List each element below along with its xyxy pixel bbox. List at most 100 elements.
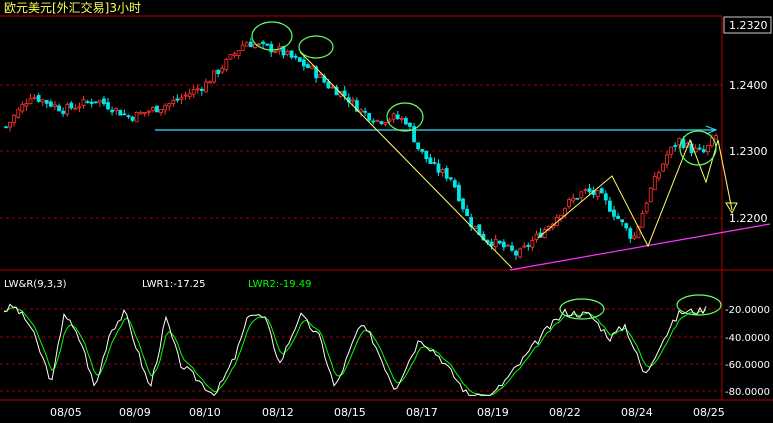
candle-body <box>208 81 212 84</box>
candle-body <box>44 100 49 104</box>
candle-body <box>155 105 159 113</box>
candle-body <box>408 122 412 127</box>
candle-body <box>705 144 710 153</box>
candle-body <box>85 101 90 103</box>
candle-body <box>603 193 608 201</box>
candle-body <box>195 88 200 91</box>
candle-body <box>36 95 41 102</box>
candle-body <box>640 213 645 228</box>
candle-body <box>595 190 600 197</box>
candle-body <box>32 96 37 99</box>
candle-body <box>522 245 527 248</box>
date-tick-label: 08/24 <box>621 406 653 419</box>
candle-body <box>61 110 66 114</box>
candle-body <box>644 202 649 213</box>
candle-body <box>628 228 633 239</box>
lwr1-label: LWR1:-17.25 <box>142 279 205 290</box>
indicator-name: LW&R(9,3,3) <box>4 279 67 290</box>
candle-body <box>608 200 612 212</box>
candle-body <box>583 189 588 191</box>
candle-body <box>301 59 306 67</box>
candle-body <box>652 176 657 191</box>
indicator-tick-label: -60.0000 <box>725 360 770 371</box>
candle-body <box>261 41 265 44</box>
candle-body <box>146 110 151 113</box>
candle-body <box>81 99 86 106</box>
candle-body <box>587 188 592 193</box>
candle-body <box>216 69 221 75</box>
date-tick-label: 08/15 <box>334 406 366 419</box>
candle-body <box>567 199 572 207</box>
candle-body <box>395 114 400 120</box>
candle-body <box>673 145 678 147</box>
date-tick-label: 08/19 <box>477 406 509 419</box>
candle-body <box>428 157 433 164</box>
candle-body <box>330 86 335 89</box>
price-tick-label: 1.2400 <box>729 79 768 92</box>
candle-body <box>57 105 61 112</box>
candle-body <box>8 121 12 128</box>
candle-body <box>465 208 469 217</box>
date-tick-label: 08/17 <box>406 406 438 419</box>
candle-body <box>575 197 580 200</box>
candle-body <box>204 81 208 93</box>
candle-body <box>220 67 225 73</box>
candle-body <box>424 150 429 160</box>
candle-body <box>114 108 119 111</box>
candle-body <box>175 98 180 101</box>
candle-body <box>4 126 8 129</box>
candle-body <box>505 244 510 247</box>
candle-body <box>102 98 106 105</box>
candle-body <box>150 107 155 112</box>
candle-body <box>110 109 114 113</box>
candle-body <box>436 163 441 173</box>
candle-body <box>48 101 53 107</box>
candle-body <box>93 101 98 104</box>
candle-body <box>648 187 653 203</box>
candle-body <box>714 135 718 140</box>
candle-body <box>240 44 245 51</box>
candle-body <box>432 161 437 164</box>
candle-body <box>65 104 70 115</box>
candle-body <box>620 219 625 223</box>
candle-body <box>228 54 233 60</box>
price-tick-label: 1.2300 <box>729 145 768 158</box>
candle-body <box>326 81 331 89</box>
date-tick-label: 08/22 <box>549 406 581 419</box>
candle-body <box>518 248 523 258</box>
candle-body <box>179 97 184 100</box>
candle-body <box>444 168 449 179</box>
candle-body <box>342 90 347 97</box>
candle-body <box>701 149 706 153</box>
candle-body <box>461 198 465 210</box>
candle-body <box>159 109 163 114</box>
candle-body <box>510 245 514 251</box>
candle-body <box>387 119 392 122</box>
candle-body <box>297 57 302 62</box>
date-tick-label: 08/12 <box>262 406 294 419</box>
date-tick-label: 08/09 <box>119 406 151 419</box>
candle-body <box>248 41 253 48</box>
candle-body <box>77 106 82 109</box>
candle-body <box>269 43 274 53</box>
candle-body <box>440 169 445 174</box>
indicator-tick-label: -40.0000 <box>725 333 770 344</box>
candle-body <box>612 209 616 217</box>
candle-body <box>265 43 270 46</box>
candle-body <box>363 110 367 113</box>
candle-body <box>236 50 241 56</box>
date-tick-label: 08/25 <box>693 406 725 419</box>
candle-body <box>530 240 535 248</box>
candle-body <box>493 238 498 248</box>
candle-body <box>350 99 355 102</box>
current-price-label: 1.2320 <box>729 19 768 32</box>
candle-body <box>187 93 192 98</box>
candle-body <box>616 215 620 219</box>
candle-body <box>665 154 669 165</box>
candle-body <box>118 109 123 116</box>
candle-body <box>138 112 143 115</box>
candle-body <box>53 104 57 108</box>
candle-body <box>501 241 506 248</box>
candle-body <box>624 223 629 229</box>
candle-body <box>224 58 229 70</box>
